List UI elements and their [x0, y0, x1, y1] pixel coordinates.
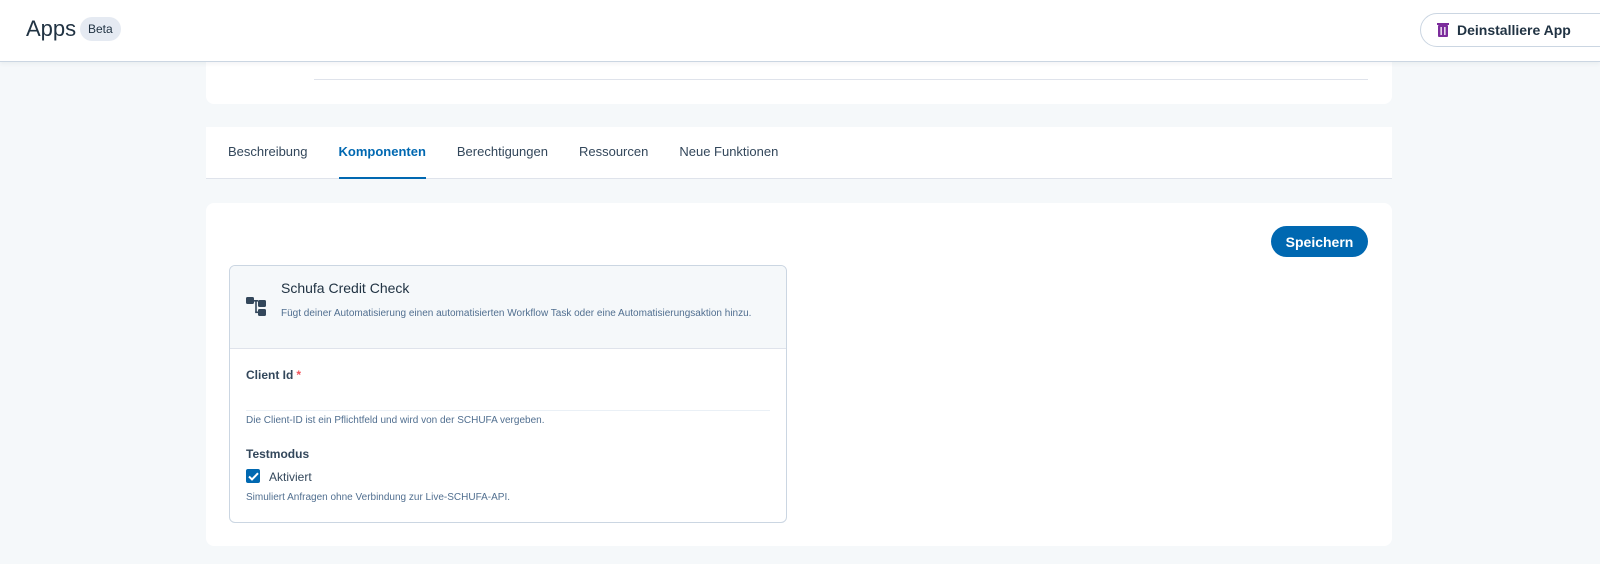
component-description: Fügt deiner Automatisierung einen automa…: [281, 308, 752, 319]
divider: [314, 79, 1368, 80]
workflow-icon: [246, 297, 266, 316]
tab-berechtigungen[interactable]: Berechtigungen: [457, 127, 548, 179]
client-id-help: Die Client-ID ist ein Pflichtfeld und wi…: [246, 415, 545, 426]
test-mode-label: Testmodus: [246, 447, 310, 461]
components-panel: Speichern Schufa Credit Check Fügt deine…: [206, 203, 1392, 546]
tab-komponenten[interactable]: Komponenten: [338, 127, 427, 179]
beta-badge: Beta: [80, 17, 121, 41]
required-marker: *: [296, 368, 302, 382]
trash-icon: [1437, 23, 1449, 37]
tab-neue-funktionen[interactable]: Neue Funktionen: [679, 127, 778, 179]
save-button[interactable]: Speichern: [1271, 226, 1368, 257]
top-bar: Apps Beta Deinstalliere App: [0, 0, 1600, 62]
uninstall-app-label: Deinstalliere App: [1457, 22, 1571, 38]
component-header: Schufa Credit Check Fügt deiner Automati…: [230, 266, 786, 349]
tab-beschreibung[interactable]: Beschreibung: [228, 127, 308, 179]
tab-bar: Beschreibung Komponenten Berechtigungen …: [206, 127, 1392, 179]
component-title: Schufa Credit Check: [281, 280, 410, 296]
client-id-label-text: Client Id: [246, 368, 294, 382]
checkmark-icon: [247, 472, 259, 481]
uninstall-app-button[interactable]: Deinstalliere App: [1420, 13, 1600, 47]
test-mode-checkbox[interactable]: [246, 469, 260, 483]
page-title: Apps: [26, 16, 77, 41]
test-mode-help: Simuliert Anfragen ohne Verbindung zur L…: [246, 492, 511, 503]
client-id-label: Client Id *: [246, 368, 301, 382]
test-mode-checkbox-label[interactable]: Aktiviert: [269, 470, 312, 484]
client-id-input[interactable]: [246, 385, 770, 411]
component-card: Schufa Credit Check Fügt deiner Automati…: [229, 265, 787, 523]
tab-ressourcen[interactable]: Ressourcen: [579, 127, 648, 179]
